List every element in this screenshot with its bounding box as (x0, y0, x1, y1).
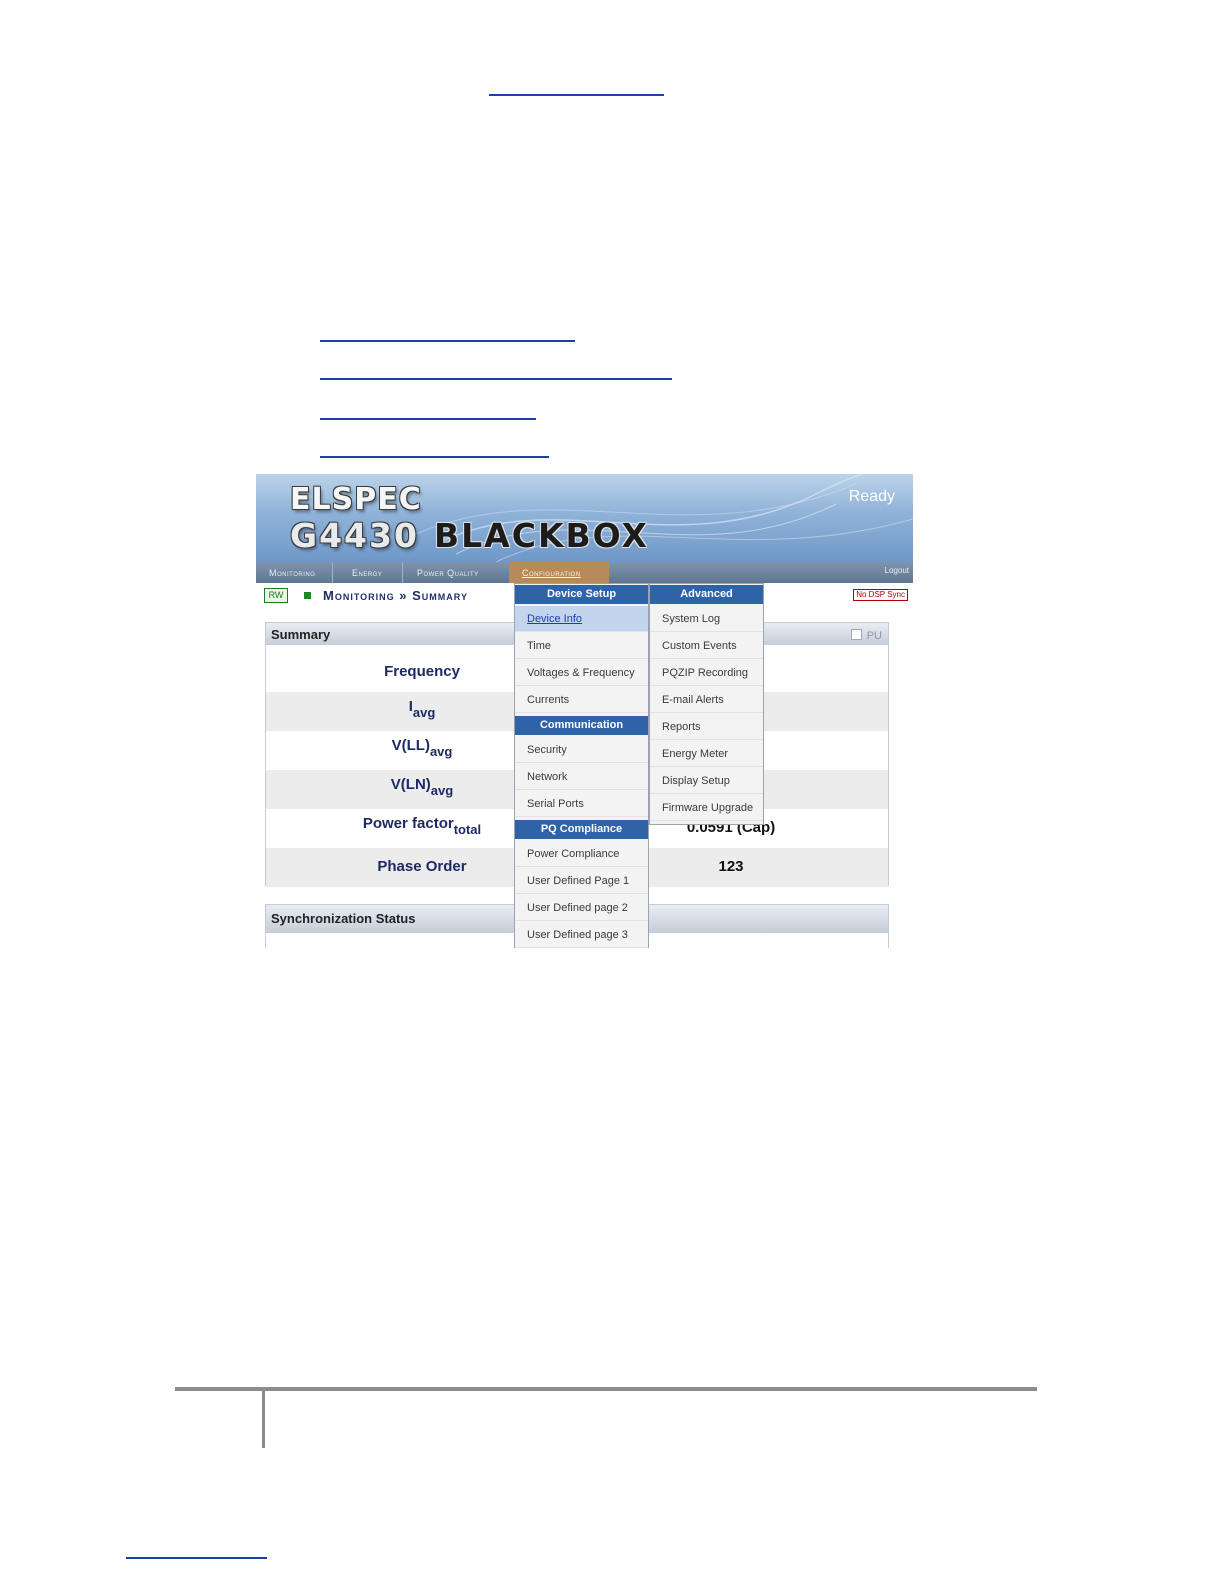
menu-item-power-compliance[interactable]: Power Compliance (515, 841, 648, 867)
dsp-sync-badge: No DSP Sync (853, 589, 908, 601)
menu-item-reports[interactable]: Reports (650, 714, 763, 740)
top-link[interactable] (489, 94, 664, 96)
banner: ELSPEC G4430 BLACKBOX Ready (256, 474, 913, 562)
row-label: Power factor (362, 815, 454, 832)
row-label: Frequency (384, 663, 460, 680)
menu-item-energy-meter[interactable]: Energy Meter (650, 741, 763, 767)
row-subscript: total (453, 822, 482, 837)
menu-item-custom-events[interactable]: Custom Events (650, 633, 763, 659)
menu-section-device-setup: Device Setup (515, 585, 648, 604)
row-label: V(LN) (390, 776, 431, 793)
menu-section-communication: Communication (515, 716, 648, 735)
status-square-icon (304, 592, 311, 599)
link-2[interactable] (320, 378, 672, 380)
link-1[interactable] (320, 340, 575, 342)
tab-monitoring[interactable]: Monitoring (256, 562, 333, 583)
menu-item-user-page-1[interactable]: User Defined Page 1 (515, 868, 648, 894)
menu-item-display-setup[interactable]: Display Setup (650, 768, 763, 794)
menu-item-serial-ports[interactable]: Serial Ports (515, 791, 648, 817)
menu-item-security[interactable]: Security (515, 737, 648, 763)
row-label: Phase Order (377, 858, 467, 875)
nav-bar: Monitoring Energy Power Quality Configur… (256, 562, 913, 583)
menu-item-device-info[interactable]: Device Info (515, 606, 648, 632)
advanced-menu: Advanced System Log Custom Events PQZIP … (649, 583, 764, 825)
pu-label: PU (866, 630, 882, 642)
menu-item-user-page-3[interactable]: User Defined page 3 (515, 922, 648, 948)
menu-item-time[interactable]: Time (515, 633, 648, 659)
logo-line-1: ELSPEC (290, 482, 422, 517)
config-menu: Device Setup Device Info Time Voltages &… (514, 583, 649, 948)
row-subscript: avg (429, 744, 453, 759)
logo-product: BLACKBOX (434, 516, 649, 555)
sync-title: Synchronization Status (271, 911, 416, 926)
link-4[interactable] (320, 456, 549, 458)
menu-item-email-alerts[interactable]: E-mail Alerts (650, 687, 763, 713)
pu-checkbox[interactable] (850, 629, 862, 640)
row-subscript: avg (412, 705, 436, 720)
logout-link[interactable]: Logout (885, 566, 909, 575)
link-3[interactable] (320, 418, 536, 420)
rw-badge: RW (264, 588, 288, 603)
footer-rule (175, 1387, 1037, 1391)
menu-item-network[interactable]: Network (515, 764, 648, 790)
menu-section-advanced: Advanced (650, 585, 763, 604)
menu-item-voltages-frequency[interactable]: Voltages & Frequency (515, 660, 648, 686)
tab-configuration[interactable]: Configuration (509, 562, 609, 583)
menu-item-pqzip-recording[interactable]: PQZIP Recording (650, 660, 763, 686)
row-subscript: avg (430, 783, 454, 798)
logo-model: G4430 (290, 516, 419, 555)
footer-divider (262, 1390, 265, 1448)
menu-item-currents[interactable]: Currents (515, 687, 648, 713)
status-text: Ready (848, 488, 895, 505)
breadcrumb: Monitoring » Summary (323, 588, 468, 603)
footer-link[interactable] (126, 1557, 267, 1559)
summary-title: Summary (271, 627, 331, 642)
row-label: V(LL) (391, 737, 430, 754)
pu-toggle[interactable]: PU (850, 629, 882, 642)
tab-energy[interactable]: Energy (340, 562, 403, 583)
menu-item-user-page-2[interactable]: User Defined page 2 (515, 895, 648, 921)
menu-item-system-log[interactable]: System Log (650, 606, 763, 632)
menu-item-firmware-upgrade[interactable]: Firmware Upgrade (650, 795, 763, 821)
tab-power-quality[interactable]: Power Quality (405, 562, 505, 583)
menu-section-pq-compliance: PQ Compliance (515, 820, 648, 839)
device-screenshot: ELSPEC G4430 BLACKBOX Ready Monitoring E… (256, 474, 913, 948)
